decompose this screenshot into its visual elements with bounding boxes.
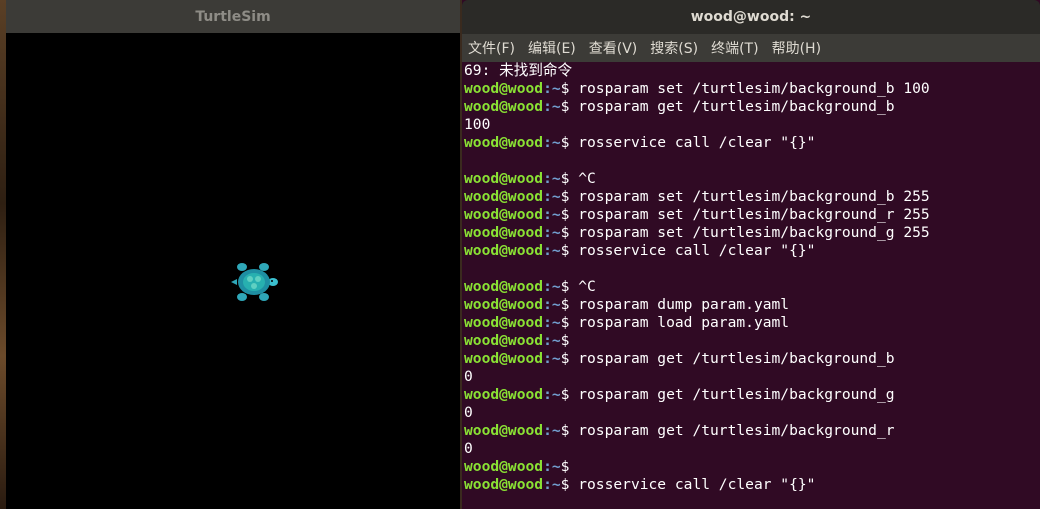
terminal-output-line: 100 bbox=[464, 116, 491, 133]
menu-view[interactable]: 查看(V) bbox=[589, 38, 644, 58]
command-text: $ bbox=[560, 458, 570, 475]
terminal-output[interactable]: 69: 未找到命令 wood@wood:~$ rosparam set /turt… bbox=[462, 62, 1040, 494]
command-text: $ rosservice call /clear "{}" bbox=[560, 242, 816, 259]
prompt-user: wood@wood bbox=[464, 458, 544, 475]
terminal-menubar: 文件(F) 编辑(E) 查看(V) 搜索(S) 终端(T) 帮助(H) bbox=[462, 34, 1040, 62]
prompt-path: :~ bbox=[543, 170, 561, 187]
command-text: $ rosparam get /turtlesim/background_b bbox=[560, 98, 895, 115]
terminal-output-line: 69: 未找到命令 bbox=[464, 62, 573, 79]
terminal-command-line: wood@wood:~$ rosparam set /turtlesim/bac… bbox=[464, 80, 1040, 98]
prompt-user: wood@wood bbox=[464, 170, 544, 187]
prompt-user: wood@wood bbox=[464, 296, 544, 313]
prompt-user: wood@wood bbox=[464, 476, 544, 493]
prompt-path: :~ bbox=[543, 422, 561, 439]
command-text: $ rosparam set /turtlesim/background_b 2… bbox=[560, 188, 930, 205]
prompt-user: wood@wood bbox=[464, 224, 544, 241]
terminal-output-line: 0 bbox=[464, 404, 473, 421]
terminal-command-line: wood@wood:~$ rosparam get /turtlesim/bac… bbox=[464, 386, 1040, 404]
command-text: $ bbox=[560, 332, 570, 349]
prompt-path: :~ bbox=[543, 350, 561, 367]
terminal-titlebar[interactable]: wood@wood: ~ bbox=[462, 0, 1040, 34]
prompt-path: :~ bbox=[543, 242, 561, 259]
command-text: $ rosservice call /clear "{}" bbox=[560, 134, 816, 151]
prompt-path: :~ bbox=[543, 134, 561, 151]
prompt-user: wood@wood bbox=[464, 134, 544, 151]
command-text: $ ^C bbox=[560, 278, 596, 295]
prompt-user: wood@wood bbox=[464, 386, 544, 403]
terminal-command-line: wood@wood:~$ bbox=[464, 332, 1040, 350]
command-text: $ rosservice call /clear "{}" bbox=[560, 476, 816, 493]
prompt-user: wood@wood bbox=[464, 98, 544, 115]
terminal-command-line: wood@wood:~$ bbox=[464, 458, 1040, 476]
prompt-user: wood@wood bbox=[464, 206, 544, 223]
turtlesim-title: TurtleSim bbox=[195, 8, 271, 25]
terminal-command-line: wood@wood:~$ rosparam set /turtlesim/bac… bbox=[464, 188, 1040, 206]
menu-file[interactable]: 文件(F) bbox=[468, 38, 521, 58]
terminal-command-line: wood@wood:~$ rosparam load param.yaml bbox=[464, 314, 1040, 332]
turtle-icon bbox=[231, 263, 278, 301]
command-text: $ ^C bbox=[560, 170, 596, 187]
turtlesim-titlebar[interactable]: TurtleSim bbox=[6, 0, 460, 33]
terminal-command-line: wood@wood:~$ rosparam get /turtlesim/bac… bbox=[464, 98, 1040, 116]
prompt-path: :~ bbox=[543, 278, 561, 295]
terminal-command-line: wood@wood:~$ rosparam get /turtlesim/bac… bbox=[464, 422, 1040, 440]
command-text: $ rosparam load param.yaml bbox=[560, 314, 790, 331]
terminal-command-line: wood@wood:~$ rosparam set /turtlesim/bac… bbox=[464, 206, 1040, 224]
prompt-user: wood@wood bbox=[464, 422, 544, 439]
terminal-output-line: 0 bbox=[464, 440, 473, 457]
menu-terminal[interactable]: 终端(T) bbox=[711, 38, 764, 58]
command-text: $ rosparam set /turtlesim/background_g 2… bbox=[560, 224, 930, 241]
terminal-window: wood@wood: ~ 文件(F) 编辑(E) 查看(V) 搜索(S) 终端(… bbox=[462, 0, 1040, 509]
prompt-path: :~ bbox=[543, 80, 561, 97]
command-text: $ rosparam dump param.yaml bbox=[560, 296, 790, 313]
terminal-title: wood@wood: ~ bbox=[690, 9, 812, 25]
prompt-path: :~ bbox=[543, 296, 561, 313]
turtlesim-window: TurtleSim bbox=[6, 0, 460, 509]
command-text: $ rosparam set /turtlesim/background_b 1… bbox=[560, 80, 930, 97]
command-text: $ rosparam get /turtlesim/background_b bbox=[560, 350, 895, 367]
terminal-output-line: 0 bbox=[464, 368, 473, 385]
prompt-path: :~ bbox=[543, 206, 561, 223]
terminal-command-line: wood@wood:~$ ^C bbox=[464, 278, 1040, 296]
command-text: $ rosparam get /turtlesim/background_r bbox=[560, 422, 895, 439]
prompt-user: wood@wood bbox=[464, 350, 544, 367]
prompt-path: :~ bbox=[543, 188, 561, 205]
terminal-command-line: wood@wood:~$ rosservice call /clear "{}" bbox=[464, 242, 1040, 260]
prompt-path: :~ bbox=[543, 386, 561, 403]
menu-help[interactable]: 帮助(H) bbox=[772, 38, 827, 58]
terminal-command-line: wood@wood:~$ rosservice call /clear "{}" bbox=[464, 476, 1040, 494]
prompt-user: wood@wood bbox=[464, 314, 544, 331]
terminal-command-line: wood@wood:~$ rosservice call /clear "{}" bbox=[464, 134, 1040, 152]
prompt-user: wood@wood bbox=[464, 332, 544, 349]
command-text: $ rosparam set /turtlesim/background_r 2… bbox=[560, 206, 930, 223]
prompt-path: :~ bbox=[543, 332, 561, 349]
prompt-user: wood@wood bbox=[464, 278, 544, 295]
terminal-command-line: wood@wood:~$ ^C bbox=[464, 170, 1040, 188]
command-text: $ rosparam get /turtlesim/background_g bbox=[560, 386, 895, 403]
menu-search[interactable]: 搜索(S) bbox=[650, 38, 704, 58]
prompt-path: :~ bbox=[543, 224, 561, 241]
terminal-command-line: wood@wood:~$ rosparam set /turtlesim/bac… bbox=[464, 224, 1040, 242]
prompt-user: wood@wood bbox=[464, 242, 544, 259]
prompt-path: :~ bbox=[543, 98, 561, 115]
prompt-path: :~ bbox=[543, 314, 561, 331]
menu-edit[interactable]: 编辑(E) bbox=[528, 38, 582, 58]
terminal-command-line: wood@wood:~$ rosparam dump param.yaml bbox=[464, 296, 1040, 314]
turtlesim-canvas bbox=[6, 33, 460, 509]
prompt-path: :~ bbox=[543, 458, 561, 475]
terminal-command-line: wood@wood:~$ rosparam get /turtlesim/bac… bbox=[464, 350, 1040, 368]
prompt-user: wood@wood bbox=[464, 80, 544, 97]
prompt-user: wood@wood bbox=[464, 188, 544, 205]
prompt-path: :~ bbox=[543, 476, 561, 493]
